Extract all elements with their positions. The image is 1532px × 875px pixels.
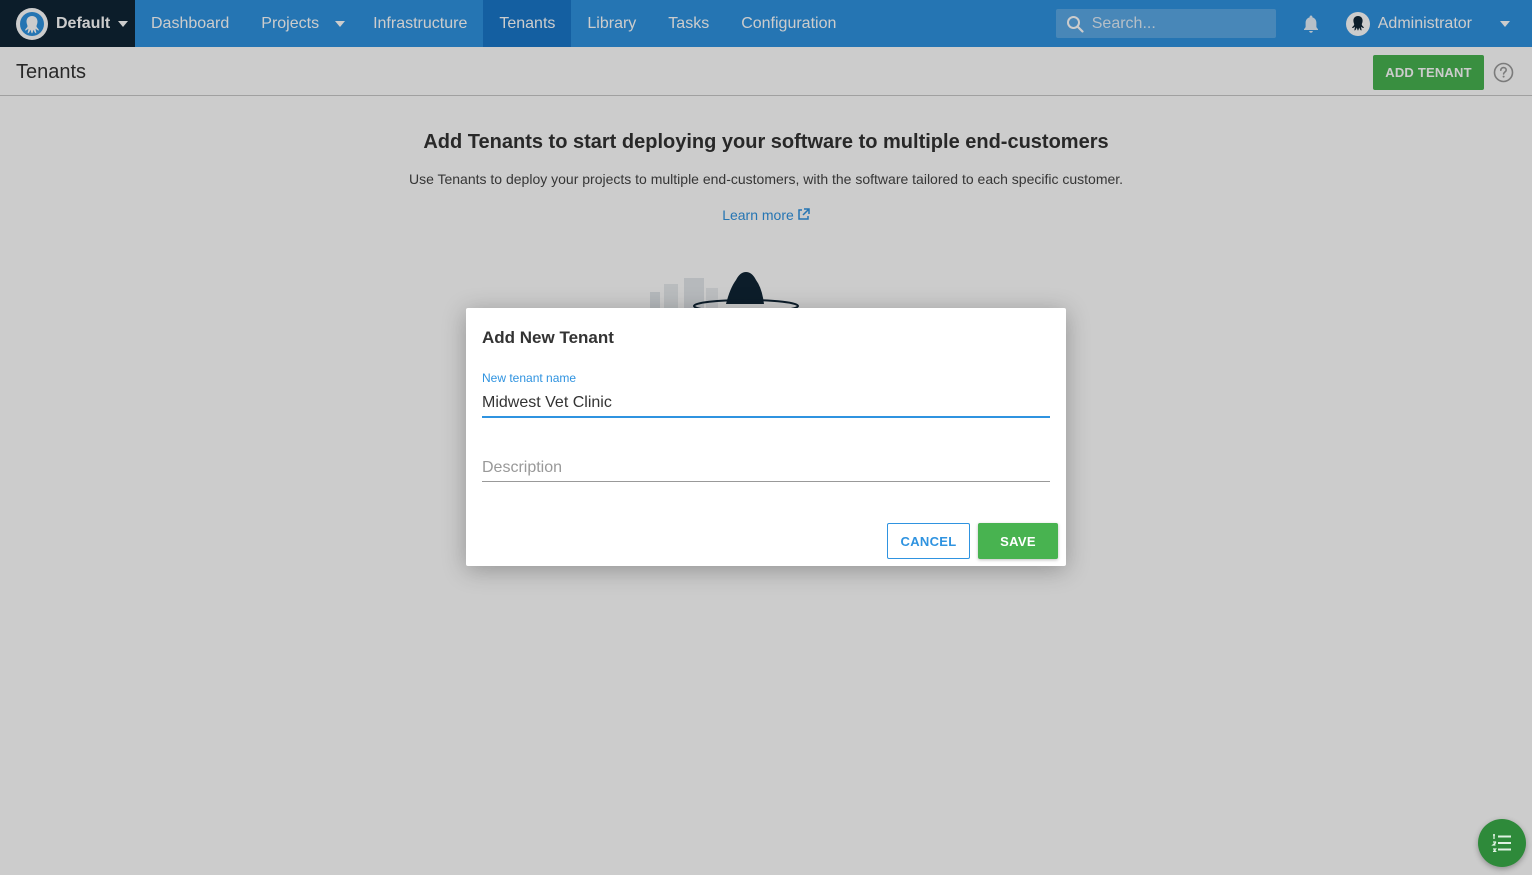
- task-list-icon: [1491, 834, 1511, 853]
- dialog-title: Add New Tenant: [482, 328, 614, 347]
- cancel-button[interactable]: CANCEL: [887, 523, 970, 559]
- tenant-name-label: New tenant name: [482, 371, 577, 385]
- task-queue-button[interactable]: [1478, 819, 1526, 867]
- tenant-name-input[interactable]: [482, 390, 1050, 418]
- add-tenant-dialog: Add New Tenant New tenant name CANCEL SA…: [466, 308, 1066, 566]
- save-button[interactable]: SAVE: [978, 523, 1058, 559]
- description-input[interactable]: [482, 454, 1050, 482]
